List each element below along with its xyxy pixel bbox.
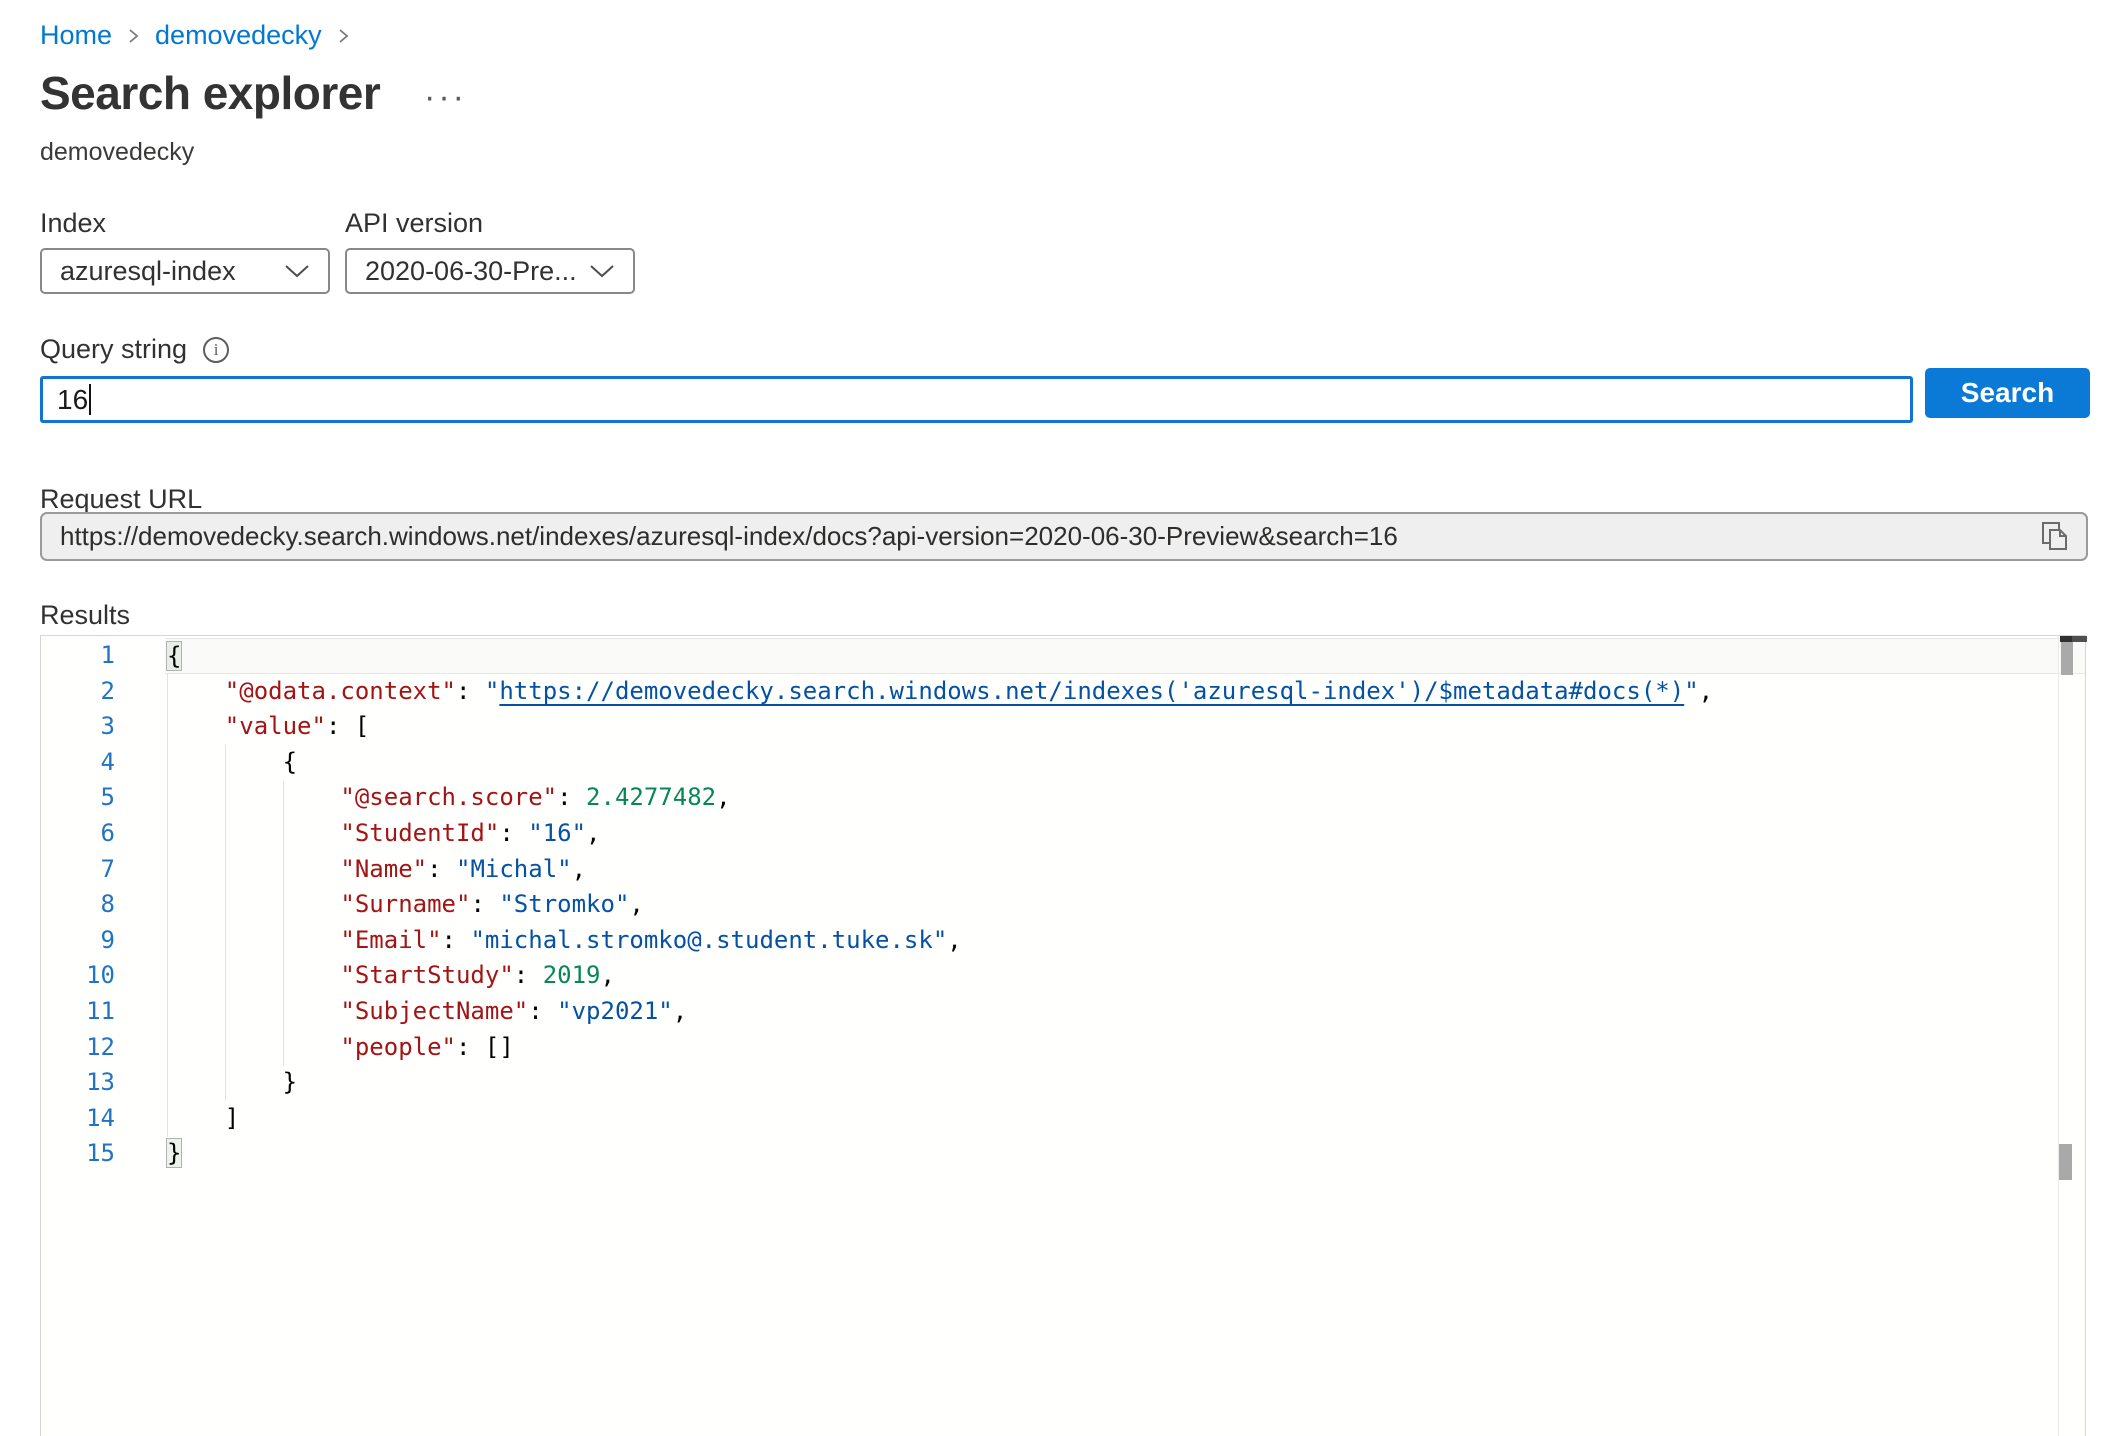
results-json-editor[interactable]: 123456789101112131415 { "@odata.context"… [40,635,2086,1436]
query-string-input[interactable]: 16 [40,376,1913,423]
breadcrumb: Home demovedecky [40,20,351,51]
search-button[interactable]: Search [1925,368,2090,418]
request-url-field[interactable]: https://demovedecky.search.windows.net/i… [40,512,2088,561]
line-number: 14 [41,1101,115,1137]
query-string-label: Query string [40,334,187,365]
api-version-dropdown[interactable]: 2020-06-30-Pre... [345,248,635,294]
query-string-value: 16 [57,384,88,416]
page-scrollbar-thumb[interactable] [2059,1144,2072,1180]
line-number: 1 [41,638,115,674]
code-line[interactable]: { [165,745,2085,781]
text-cursor [89,384,91,415]
code-line[interactable]: "StartStudy": 2019, [165,958,2085,994]
api-version-label: API version [345,208,483,239]
code-line[interactable]: "@odata.context": "https://demovedecky.s… [165,674,2085,710]
more-commands-icon[interactable]: ··· [424,80,467,114]
line-number: 2 [41,674,115,710]
index-dropdown[interactable]: azuresql-index [40,248,330,294]
breadcrumb-link-demovedecky[interactable]: demovedecky [155,20,322,51]
page-subtitle: demovedecky [40,138,194,167]
code-line[interactable]: "@search.score": 2.4277482, [165,780,2085,816]
code-line[interactable]: } [165,1065,2085,1101]
line-number: 6 [41,816,115,852]
overview-ruler-mark [2072,636,2087,642]
code-line[interactable]: { [165,638,2085,674]
code-line[interactable]: } [165,1136,2085,1172]
line-number: 10 [41,958,115,994]
line-number: 11 [41,994,115,1030]
code-line[interactable]: "Surname": "Stromko", [165,887,2085,923]
editor-gutter: 123456789101112131415 [41,638,115,1172]
results-label: Results [40,600,130,631]
api-version-dropdown-value: 2020-06-30-Pre... [365,256,587,287]
request-url-value: https://demovedecky.search.windows.net/i… [60,521,2038,552]
line-number: 15 [41,1136,115,1172]
index-dropdown-value: azuresql-index [60,256,282,287]
editor-scrollbar-thumb[interactable] [2061,642,2073,675]
search-explorer-page: Home demovedecky Search explorer ··· dem… [0,0,2102,1436]
line-number: 3 [41,709,115,745]
indent-guide [283,781,284,1066]
editor-code[interactable]: { "@odata.context": "https://demovedecky… [165,638,2085,1172]
code-line[interactable]: "StudentId": "16", [165,816,2085,852]
chevron-right-icon [126,25,141,47]
chevron-down-icon [282,256,312,287]
code-line[interactable]: "Name": "Michal", [165,852,2085,888]
scrollbar-track [2058,636,2059,1436]
code-line[interactable]: "SubjectName": "vp2021", [165,994,2085,1030]
line-number: 12 [41,1030,115,1066]
line-number: 8 [41,887,115,923]
line-number: 5 [41,780,115,816]
code-line[interactable]: ] [165,1101,2085,1137]
indent-guide [167,674,168,1137]
chevron-down-icon [587,256,617,287]
breadcrumb-link-home[interactable]: Home [40,20,112,51]
line-number: 9 [41,923,115,959]
request-url-label: Request URL [40,484,202,515]
chevron-right-icon [336,25,351,47]
line-number: 7 [41,852,115,888]
line-number: 13 [41,1065,115,1101]
code-line[interactable]: "people": [] [165,1030,2085,1066]
page-title: Search explorer [40,66,380,120]
code-line[interactable]: "value": [ [165,709,2085,745]
copy-icon[interactable] [2038,520,2072,554]
indent-guide [225,745,226,1101]
info-icon[interactable]: i [203,337,229,363]
code-line[interactable]: "Email": "michal.stromko@.student.tuke.s… [165,923,2085,959]
index-label: Index [40,208,106,239]
line-number: 4 [41,745,115,781]
